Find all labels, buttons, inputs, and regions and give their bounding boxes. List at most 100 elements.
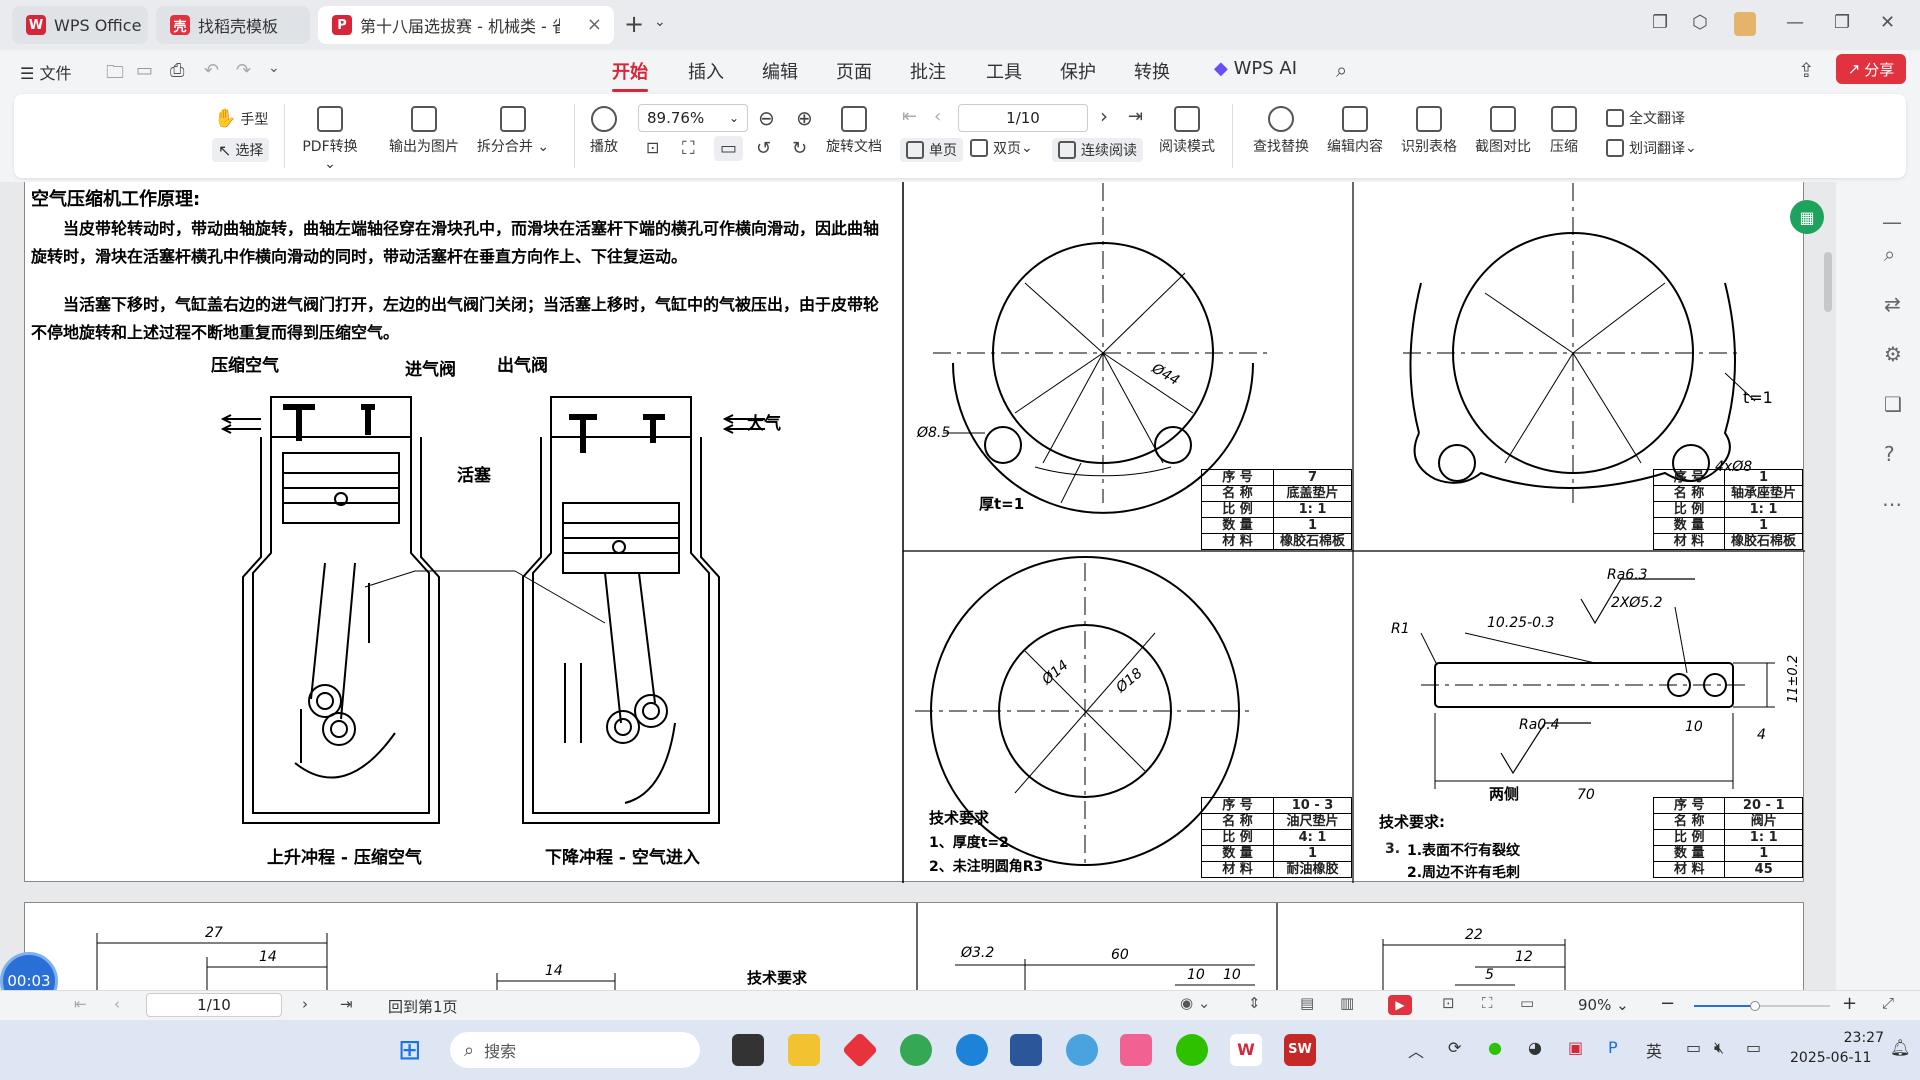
network-icon[interactable]: ▭ <box>1686 1038 1701 1057</box>
full-translate-button[interactable]: 全文翻译 <box>1606 108 1685 128</box>
cloud-upload-icon[interactable]: ⇪ <box>1798 58 1815 82</box>
tab-list-chevron-icon[interactable]: ⌄ <box>654 14 666 30</box>
prev-page-status-icon[interactable]: ‹ <box>114 995 120 1013</box>
tray-app-icon[interactable]: ▣ <box>1568 1038 1583 1057</box>
battery-icon[interactable]: ▭ <box>1746 1038 1761 1057</box>
rotate-left-icon[interactable]: ↺ <box>756 138 771 159</box>
input-lang[interactable]: 英 <box>1646 1038 1662 1062</box>
prev-page-icon[interactable]: ‹ <box>934 106 941 127</box>
last-page-status-icon[interactable]: ⇥ <box>340 995 353 1013</box>
close-tab-icon[interactable]: × <box>587 14 602 35</box>
page-number-input[interactable]: 1/10 <box>958 104 1088 132</box>
tab-document[interactable]: P 第十八届选拔赛 - 机械类 - 省 × <box>318 6 614 44</box>
menu-insert[interactable]: 插入 <box>688 58 724 84</box>
app-red-icon[interactable] <box>841 1031 879 1069</box>
single-status-icon[interactable]: ▤ <box>1300 994 1314 1012</box>
tray-wechat-icon[interactable]: ● <box>1488 1038 1502 1057</box>
play-status-icon[interactable]: ▶ <box>1388 995 1412 1015</box>
edge-icon[interactable] <box>956 1034 988 1066</box>
double-status-icon[interactable]: ▥ <box>1340 994 1354 1012</box>
tab-wps-office[interactable]: W WPS Office <box>12 6 148 44</box>
menu-comment[interactable]: 批注 <box>910 58 946 84</box>
save-icon[interactable]: ▭ <box>136 60 153 81</box>
recognize-table-button[interactable]: 识别表格 <box>1396 106 1462 156</box>
notification-icon[interactable]: 🔔︎ <box>1890 1038 1910 1057</box>
fit-status-icon[interactable]: ⊡ <box>1442 994 1455 1012</box>
volume-mute-icon[interactable]: 🔇︎ <box>1714 1038 1724 1058</box>
chrome-icon[interactable] <box>900 1034 932 1066</box>
tray-p-icon[interactable]: P <box>1608 1038 1618 1057</box>
status-page-input[interactable]: 1/10 <box>146 993 282 1017</box>
select-tool-button[interactable]: ↖ 选择 <box>212 138 270 162</box>
single-page-button[interactable]: 单页 <box>900 138 963 162</box>
file-menu[interactable]: ☰ 文件 <box>20 60 71 84</box>
zoom-in-status-icon[interactable]: + <box>1842 993 1857 1014</box>
edit-content-button[interactable]: 编辑内容 <box>1322 106 1388 156</box>
back-to-first-link[interactable]: 回到第1页 <box>388 996 458 1017</box>
table-tool-icon[interactable]: ▦ <box>1790 200 1824 234</box>
open-folder-icon[interactable]: 🗀 <box>106 60 124 90</box>
menu-convert[interactable]: 转换 <box>1134 58 1170 84</box>
tray-qq-icon[interactable]: ◕ <box>1528 1038 1542 1057</box>
scrollbar-thumb[interactable] <box>1824 252 1832 312</box>
browser-icon[interactable] <box>1066 1034 1098 1066</box>
adjust-icon[interactable]: ⚙ <box>1884 342 1902 366</box>
zoom-slider[interactable] <box>1694 1001 1830 1011</box>
expand-icon[interactable]: ⤢ <box>1882 994 1894 1012</box>
split-merge-button[interactable]: 拆分合并 ⌄ <box>476 106 550 156</box>
share-button[interactable]: ↗ 分享 <box>1836 54 1906 84</box>
redo-icon[interactable]: ↷ <box>236 60 251 81</box>
translate-sidebar-icon[interactable]: ⇄ <box>1884 292 1901 316</box>
screenshot-compare-button[interactable]: 截图对比 <box>1470 106 1536 156</box>
windows-start-icon[interactable]: ⊞ <box>398 1034 430 1066</box>
continuous-read-button[interactable]: 连续阅读 <box>1052 138 1143 162</box>
read-mode-button[interactable]: 阅读模式 <box>1154 106 1220 156</box>
file-explorer-icon[interactable] <box>788 1034 820 1066</box>
menu-edit[interactable]: 编辑 <box>762 58 798 84</box>
close-window-icon[interactable]: ✕ <box>1880 12 1895 33</box>
new-tab-icon[interactable]: + <box>624 10 644 38</box>
window-layout-icon[interactable]: ❐ <box>1652 12 1668 33</box>
next-page-status-icon[interactable]: › <box>302 995 308 1013</box>
fit-page-icon[interactable]: ⛶ <box>682 138 695 159</box>
eye-icon[interactable]: ◉ ⌄ <box>1180 994 1210 1012</box>
help-icon[interactable]: ? <box>1884 442 1895 466</box>
menu-start[interactable]: 开始 <box>612 58 648 92</box>
double-page-button[interactable]: 双页 ⌄ <box>970 138 1033 158</box>
fit-width-status-icon[interactable]: ▭ <box>1520 994 1534 1012</box>
collapse-icon[interactable]: — <box>1882 210 1902 234</box>
taskbar-search[interactable]: ⌕ 搜索 <box>450 1032 700 1068</box>
avatar[interactable] <box>1734 12 1756 36</box>
rotate-right-icon[interactable]: ↻ <box>792 138 807 159</box>
wechat-icon[interactable] <box>1176 1034 1208 1066</box>
more-icon[interactable]: ⋯ <box>1882 492 1902 516</box>
hand-tool-button[interactable]: ✋ 手型 <box>214 108 268 129</box>
task-view-icon[interactable] <box>732 1034 764 1066</box>
last-page-icon[interactable]: ⇥ <box>1128 106 1143 127</box>
print-icon[interactable]: ⎙ <box>170 60 184 81</box>
document-viewport[interactable]: 空气压缩机工作原理: 当皮带轮转动时，带动曲轴旋转，曲轴左端轴径穿在滑块孔中，而… <box>0 182 1836 990</box>
restore-icon[interactable]: ❐ <box>1834 12 1850 33</box>
tab-template[interactable]: 壳 找稻壳模板 <box>156 6 310 44</box>
solidworks-icon[interactable]: SW <box>1284 1034 1316 1066</box>
rotate-doc-button[interactable]: 旋转文档 <box>822 106 886 156</box>
zoom-out-icon[interactable]: ⊖ <box>758 106 775 130</box>
store-icon[interactable] <box>1010 1034 1042 1066</box>
menu-page[interactable]: 页面 <box>836 58 872 84</box>
vertical-scrollbar[interactable] <box>1822 192 1832 982</box>
fullscreen-status-icon[interactable]: ⛶ <box>1482 994 1493 1012</box>
actual-size-icon[interactable]: ⊡ <box>646 138 659 157</box>
search-sidebar-icon[interactable]: ⌕ <box>1884 242 1895 266</box>
zoom-select[interactable]: 89.76% ⌄ <box>638 104 748 132</box>
word-translate-button[interactable]: 划词翻译 ⌄ <box>1606 138 1697 158</box>
tray-chevron-icon[interactable]: ︿ <box>1408 1038 1424 1062</box>
wps-taskbar-icon[interactable]: W <box>1230 1034 1262 1066</box>
search-icon[interactable]: ⌕ <box>1336 58 1347 82</box>
first-page-icon[interactable]: ⇤ <box>902 106 917 127</box>
cube-icon[interactable]: ⬡ <box>1692 12 1708 33</box>
menu-protect[interactable]: 保护 <box>1060 58 1096 84</box>
zoom-out-status-icon[interactable]: − <box>1660 993 1675 1014</box>
bookmark-icon[interactable]: ❑ <box>1884 392 1902 416</box>
fit-width-icon[interactable]: ▭ <box>714 136 744 161</box>
undo-icon[interactable]: ↶ <box>204 60 219 81</box>
